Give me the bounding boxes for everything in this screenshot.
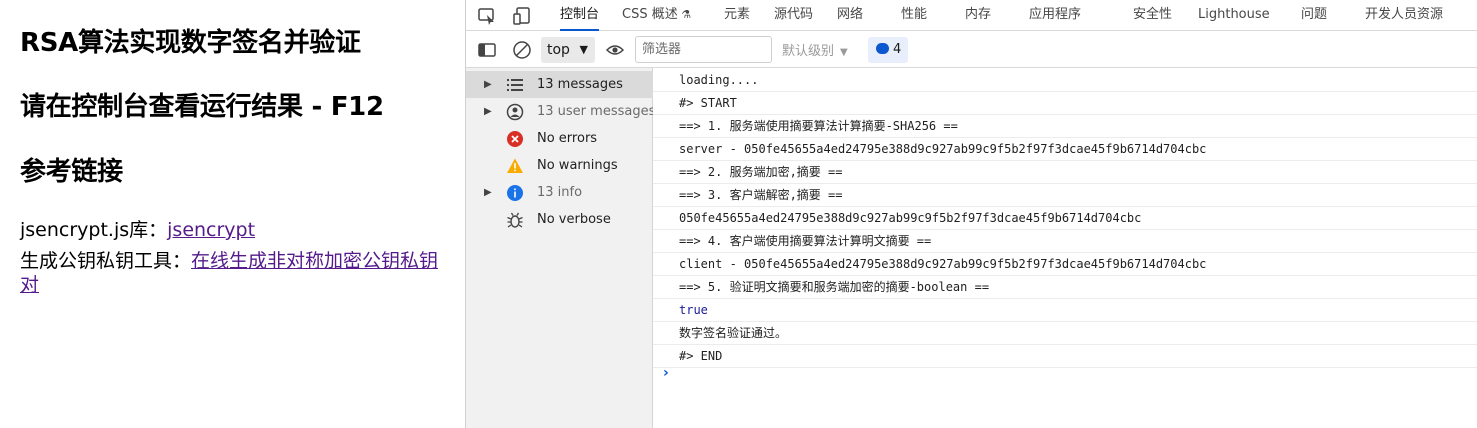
page-subtitle: 请在控制台查看运行结果 - F12 xyxy=(20,92,384,122)
sidebar-item-3[interactable]: No warnings xyxy=(466,152,653,179)
sidebar-item-label: No warnings xyxy=(537,158,618,173)
info-icon xyxy=(506,184,524,202)
sidebar-toggle-icon[interactable] xyxy=(477,40,497,60)
console-log-line: 数字签名验证通过。 xyxy=(653,322,1477,345)
list-icon xyxy=(506,76,524,94)
console-log-line: loading.... xyxy=(653,69,1477,92)
sidebar-item-0[interactable]: ▶ 13 messages xyxy=(466,71,653,98)
console-log-line: ==> 1. 服务端使用摘要算法计算摘要-SHA256 == xyxy=(653,115,1477,138)
console-log-line: server - 050fe45655a4ed24795e388d9c927ab… xyxy=(653,138,1477,161)
tab-7[interactable]: 应用程序 xyxy=(1029,0,1081,31)
tab-0[interactable]: 控制台 xyxy=(560,0,600,31)
tab-3[interactable]: 源代码 xyxy=(774,0,813,31)
page-title: RSA算法实现数字签名并验证 xyxy=(20,28,361,58)
sidebar-item-5[interactable]: No verbose xyxy=(466,206,653,233)
expand-arrow-icon[interactable]: ▶ xyxy=(484,98,492,125)
web-page: RSA算法实现数字签名并验证 请在控制台查看运行结果 - F12 参考链接 js… xyxy=(0,0,465,428)
caret-down-icon: ▼ xyxy=(579,43,588,56)
error-icon xyxy=(506,130,524,148)
tab-5[interactable]: 性能 xyxy=(901,0,927,31)
sidebar-item-label: 13 info xyxy=(537,185,583,200)
sidebar-item-label: No verbose xyxy=(537,212,611,227)
console-log-line: client - 050fe45655a4ed24795e388d9c927ab… xyxy=(653,253,1477,276)
context-select[interactable]: top ▼ xyxy=(541,37,595,63)
user-icon xyxy=(506,103,524,121)
tool-line: 生成公钥私钥工具：在线生成非对称加密公钥私钥对 xyxy=(20,249,450,297)
tab-11[interactable]: 开发人员资源 xyxy=(1365,0,1443,31)
clear-console-icon[interactable] xyxy=(512,40,532,60)
device-toolbar-icon[interactable] xyxy=(512,6,532,26)
inspect-element-icon[interactable] xyxy=(477,6,497,26)
console-log-line: ==> 5. 验证明文摘要和服务端加密的摘要-boolean == xyxy=(653,276,1477,299)
tool-label: 生成公钥私钥工具： xyxy=(20,250,192,272)
log-levels-label: 默认级别 xyxy=(782,44,835,59)
reference-heading: 参考链接 xyxy=(20,157,123,187)
library-line: jsencrypt.js库：jsencrypt xyxy=(20,218,450,242)
expand-arrow-icon[interactable]: ▶ xyxy=(484,179,492,206)
jsencrypt-link[interactable]: jsencrypt xyxy=(167,219,255,241)
sidebar-item-4[interactable]: ▶ 13 info xyxy=(466,179,653,206)
warning-icon xyxy=(506,157,524,175)
caret-down-icon: ▼ xyxy=(840,47,848,58)
log-levels-dropdown[interactable]: 默认级别 ▼ xyxy=(782,40,848,59)
console-output: loading.... #> START ==> 1. 服务端使用摘要算法计算摘要-… xyxy=(653,68,1477,428)
tab-1[interactable]: CSS 概述 ⚗ xyxy=(622,0,691,31)
console-log-line: ==> 2. 服务端加密,摘要 == xyxy=(653,161,1477,184)
bug-icon xyxy=(506,211,524,229)
tab-8[interactable]: 安全性 xyxy=(1133,0,1172,31)
tab-9[interactable]: Lighthouse xyxy=(1198,0,1270,31)
experiment-flask-icon: ⚗ xyxy=(677,8,692,21)
library-label: jsencrypt.js库： xyxy=(20,219,168,241)
console-toolbar: top ▼ 默认级别 ▼ 4 xyxy=(466,31,1477,68)
expand-arrow-icon[interactable]: ▶ xyxy=(484,71,492,98)
sidebar-item-label: 13 messages xyxy=(537,77,623,92)
tab-10[interactable]: 问题 xyxy=(1301,0,1327,31)
console-filter-input[interactable] xyxy=(635,36,772,63)
tab-2[interactable]: 元素 xyxy=(724,0,750,31)
tab-6[interactable]: 内存 xyxy=(965,0,991,31)
issues-count: 4 xyxy=(893,42,902,57)
devtools-panel: 控制台 CSS 概述 ⚗ 元素 源代码 网络 性能 内存 应用程序 安全性 Lighthouse 问… xyxy=(465,0,1477,428)
sidebar-item-label: No errors xyxy=(537,131,598,146)
tab-4[interactable]: 网络 xyxy=(837,0,863,31)
console-log-line: ==> 3. 客户端解密,摘要 == xyxy=(653,184,1477,207)
live-expression-eye-icon[interactable] xyxy=(605,40,625,60)
message-bubble-icon xyxy=(876,43,889,54)
console-log-line: 050fe45655a4ed24795e388d9c927ab99c9f5b2f… xyxy=(653,207,1477,230)
sidebar-item-label: 13 user messages xyxy=(537,104,656,119)
sidebar-item-1[interactable]: ▶ 13 user messages xyxy=(466,98,656,125)
console-log-line: ==> 4. 客户端使用摘要算法计算明文摘要 == xyxy=(653,230,1477,253)
sidebar-item-2[interactable]: No errors xyxy=(466,125,653,152)
console-prompt-icon[interactable]: › xyxy=(663,365,669,381)
console-log-line: #> START xyxy=(653,92,1477,115)
console-sidebar: ▶ 13 messages ▶ 13 user messages No errors No… xyxy=(466,68,656,428)
devtools-tabbar: 控制台 CSS 概述 ⚗ 元素 源代码 网络 性能 内存 应用程序 安全性 Lighthouse 问… xyxy=(466,0,1477,31)
context-value: top xyxy=(547,42,570,58)
console-log-line: #> END xyxy=(653,345,1477,368)
console-log-line: true xyxy=(653,299,1477,322)
issues-counter-button[interactable]: 4 xyxy=(868,37,908,63)
